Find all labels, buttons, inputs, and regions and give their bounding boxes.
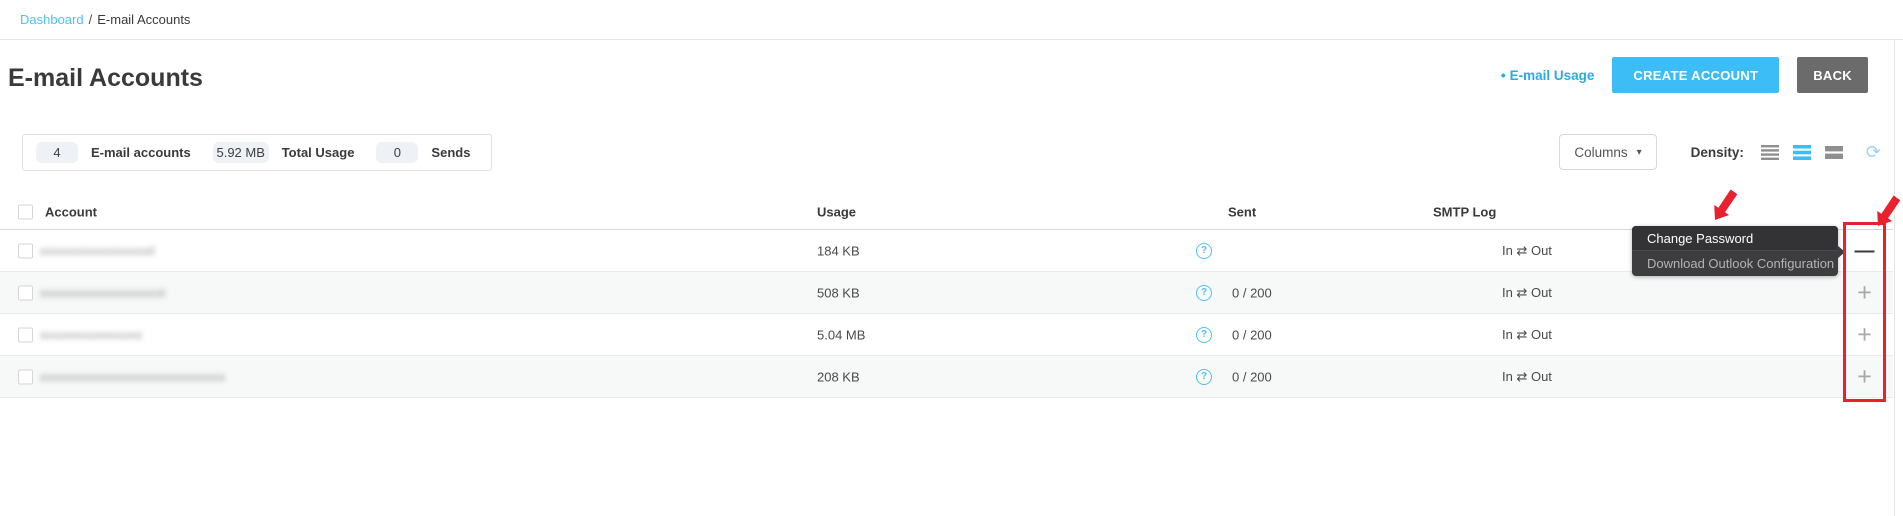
table-row: xxxxxxxxxxxxxxxxxxxxxxxxxxxxx 208 KB ? 0… <box>0 356 1893 398</box>
sends-label: Sends <box>431 145 470 160</box>
columns-dropdown-label: Columns <box>1574 145 1627 160</box>
menu-item-change-password[interactable]: Change Password <box>1632 226 1838 251</box>
row-checkbox[interactable] <box>18 327 33 342</box>
back-button[interactable]: BACK <box>1797 57 1868 93</box>
total-usage-label: Total Usage <box>282 145 355 160</box>
row-context-menu: Change Password Download Outlook Configu… <box>1632 226 1838 276</box>
expand-button[interactable]: + <box>1843 280 1886 305</box>
refresh-icon[interactable]: ⟳ <box>1866 143 1881 161</box>
account-name-blurred: xxxxxxxxxxxxxxxxxxxxxxxxxxxxx <box>40 370 226 384</box>
accounts-count-label: E-mail accounts <box>91 145 191 160</box>
table-toolbar: Columns ▾ Density: ⟳ <box>1559 133 1881 171</box>
table-header: Account Usage Sent SMTP Log <box>0 194 1893 230</box>
density-compact-icon[interactable] <box>1825 145 1843 160</box>
help-question-icon[interactable]: ? <box>1196 243 1212 259</box>
page-header: E-mail Accounts • E-mail Usage CREATE ACC… <box>0 40 1903 112</box>
smtp-log-link[interactable]: In ⇄ Out <box>1502 243 1552 259</box>
sent-value: 0 / 200 <box>1232 327 1272 342</box>
density-medium-icon-active[interactable] <box>1793 145 1811 160</box>
breadcrumb-dashboard-link[interactable]: Dashboard <box>20 12 84 27</box>
account-name-blurred: xxxxxxxxxxxxxxxxxil <box>40 244 155 258</box>
usage-value: 208 KB <box>817 369 860 384</box>
row-checkbox[interactable] <box>18 285 33 300</box>
page-title: E-mail Accounts <box>8 64 203 93</box>
email-accounts-page: Dashboard / E-mail Accounts E-mail Accou… <box>0 0 1903 516</box>
create-account-button[interactable]: CREATE ACCOUNT <box>1612 57 1779 93</box>
column-header-sent[interactable]: Sent <box>1228 204 1256 219</box>
total-usage-badge: 5.92 MB <box>213 142 269 163</box>
density-comfortable-icon[interactable] <box>1761 145 1779 160</box>
context-menu-pointer <box>1837 245 1845 259</box>
column-header-account[interactable]: Account <box>45 204 97 219</box>
column-header-smtp-log[interactable]: SMTP Log <box>1433 204 1496 219</box>
columns-dropdown[interactable]: Columns ▾ <box>1559 134 1656 170</box>
expand-button[interactable]: + <box>1843 322 1886 347</box>
account-name-blurred: xxxxxxxxxxxxxxxx <box>40 328 142 342</box>
smtp-log-link[interactable]: In ⇄ Out <box>1502 369 1552 385</box>
expand-button[interactable]: + <box>1843 364 1886 389</box>
header-actions: • E-mail Usage CREATE ACCOUNT BACK <box>1501 57 1868 93</box>
expand-button[interactable]: — <box>1843 241 1886 261</box>
sent-value: 0 / 200 <box>1232 369 1272 384</box>
row-checkbox[interactable] <box>18 369 33 384</box>
usage-value: 5.04 MB <box>817 327 865 342</box>
menu-item-download-outlook-configuration[interactable]: Download Outlook Configuration <box>1632 251 1838 276</box>
sent-value: 0 / 200 <box>1232 285 1272 300</box>
table-body: xxxxxxxxxxxxxxxxxil 184 KB ? In ⇄ Out — … <box>0 230 1893 398</box>
email-usage-link-label: E-mail Usage <box>1510 68 1595 83</box>
email-accounts-table: Account Usage Sent SMTP Log xxxxxxxxxxxx… <box>0 194 1893 398</box>
stats-card: 4 E-mail accounts 5.92 MB Total Usage 0 … <box>22 134 492 171</box>
smtp-log-link[interactable]: In ⇄ Out <box>1502 285 1552 301</box>
email-usage-link[interactable]: • E-mail Usage <box>1501 68 1595 83</box>
bullet-icon: • <box>1501 68 1506 83</box>
accounts-count-badge: 4 <box>36 142 78 163</box>
chevron-down-icon: ▾ <box>1637 147 1642 158</box>
smtp-log-link[interactable]: In ⇄ Out <box>1502 327 1552 343</box>
help-question-icon[interactable]: ? <box>1196 327 1212 343</box>
density-label: Density: <box>1691 145 1744 160</box>
help-question-icon[interactable]: ? <box>1196 285 1212 301</box>
sends-count-badge: 0 <box>376 142 418 163</box>
row-checkbox[interactable] <box>18 243 33 258</box>
table-row: xxxxxxxxxxxxxxxxxxxt 508 KB ? 0 / 200 In… <box>0 272 1893 314</box>
breadcrumb: Dashboard / E-mail Accounts <box>0 0 1903 40</box>
usage-value: 508 KB <box>817 285 860 300</box>
column-header-usage[interactable]: Usage <box>817 204 856 219</box>
table-row: xxxxxxxxxxxxxxxx 5.04 MB ? 0 / 200 In ⇄ … <box>0 314 1893 356</box>
scrollbar-track-line <box>1894 40 1895 516</box>
usage-value: 184 KB <box>817 243 860 258</box>
breadcrumb-current: E-mail Accounts <box>97 12 190 27</box>
help-question-icon[interactable]: ? <box>1196 369 1212 385</box>
breadcrumb-separator: / <box>89 12 93 27</box>
table-row: xxxxxxxxxxxxxxxxxil 184 KB ? In ⇄ Out — <box>0 230 1893 272</box>
account-name-blurred: xxxxxxxxxxxxxxxxxxxt <box>40 286 165 300</box>
select-all-checkbox[interactable] <box>18 204 33 219</box>
